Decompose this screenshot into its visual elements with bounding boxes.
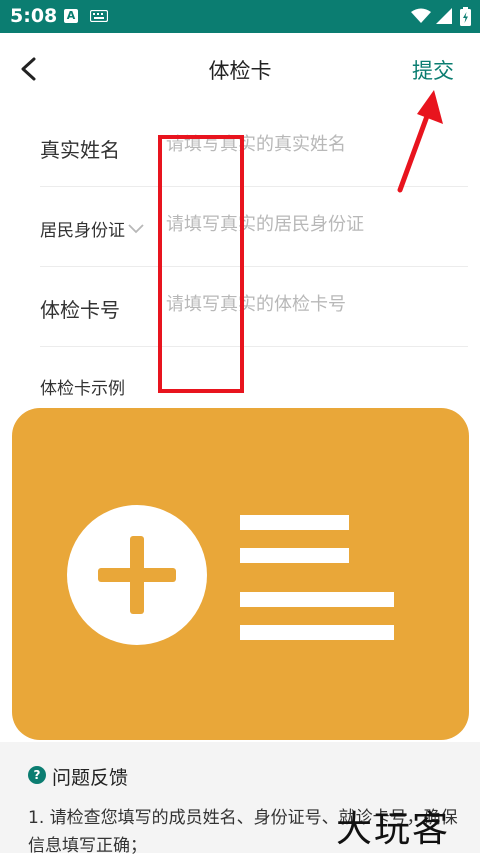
signal-icon [436,8,452,24]
submit-button[interactable]: 提交 [412,55,454,85]
keyboard-icon [90,10,108,22]
watermark: 大玩客 [336,809,451,850]
medical-card-icon [67,505,394,645]
feedback-title: 问题反馈 [52,767,129,789]
id-row: 居民身份证 [40,186,468,267]
status-time: 5:08 [10,5,58,27]
battery-icon [460,7,471,26]
example-card-image [12,408,469,740]
chevron-down-icon[interactable] [128,224,144,234]
status-bar: 5:08 A [0,0,480,33]
name-label: 真实姓名 [40,138,120,162]
annotation-arrow-icon [397,90,443,193]
help-icon: ? [28,766,46,784]
id-type-selector[interactable]: 居民身份证 [40,216,125,241]
page-title: 体检卡 [208,59,272,83]
wifi-icon [411,8,431,23]
annotation-highlight-box [158,135,244,393]
example-label: 体检卡示例 [40,379,125,399]
card-row: 体检卡号 [40,266,468,347]
card-label: 体检卡号 [40,298,120,322]
a-notification-icon: A [64,9,78,23]
